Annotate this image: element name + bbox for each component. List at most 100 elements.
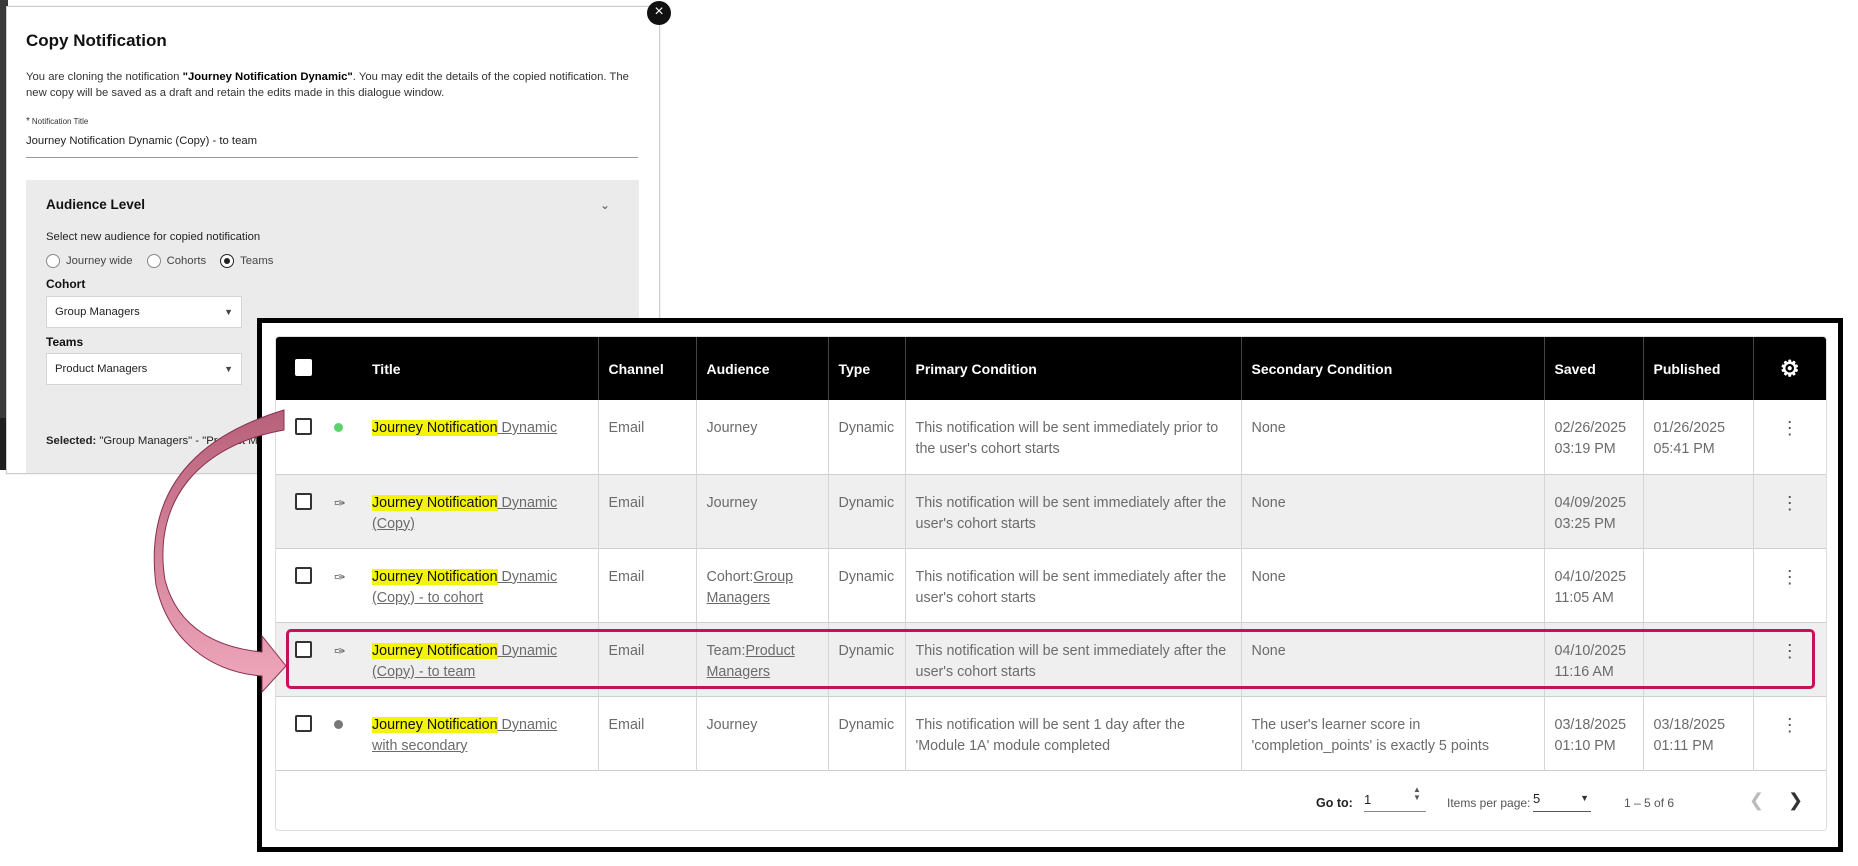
- column-header-title[interactable]: Title: [362, 337, 599, 400]
- column-header-audience[interactable]: Audience: [696, 337, 829, 400]
- row-checkbox[interactable]: [295, 640, 312, 658]
- settings-header: ⚙: [1753, 337, 1826, 400]
- dropdown-caret-icon: ▼: [224, 364, 233, 374]
- channel-cell: Email: [598, 400, 697, 474]
- draft-pencil-icon: ✑: [334, 494, 346, 511]
- row-checkbox[interactable]: [295, 418, 312, 435]
- row-checkbox[interactable]: [295, 566, 312, 584]
- items-per-page-select[interactable]: 5 ▼: [1533, 791, 1591, 812]
- table-row[interactable]: ✑ Journey Notification Dynamic (Copy) - t…: [276, 548, 1826, 622]
- audience-cell: Journey: [696, 474, 829, 548]
- cohort-select[interactable]: Group Managers ▼: [46, 296, 242, 328]
- published-cell: [1643, 548, 1754, 622]
- more-options-icon[interactable]: ⋮: [1753, 400, 1826, 474]
- row-checkbox-cell: [276, 622, 328, 696]
- status-cell: ✑: [328, 622, 362, 696]
- dropdown-caret-icon: ▼: [224, 307, 233, 317]
- inactive-status-icon: [334, 719, 343, 729]
- column-header-secondary-condition[interactable]: Secondary Condition: [1241, 337, 1545, 400]
- goto-label: Go to:: [1316, 796, 1353, 810]
- secondary-condition-cell: None: [1241, 622, 1545, 696]
- column-header-primary-condition[interactable]: Primary Condition: [905, 337, 1242, 400]
- title-cell[interactable]: Journey Notification Dynamic (Copy) - to …: [362, 548, 599, 622]
- secondary-condition-cell: None: [1241, 400, 1545, 474]
- column-header-channel[interactable]: Channel: [598, 337, 697, 400]
- radio-teams[interactable]: Teams: [220, 254, 273, 268]
- type-cell: Dynamic: [828, 400, 906, 474]
- table-row[interactable]: Journey Notification Dynamic Email Journ…: [276, 400, 1826, 474]
- status-cell: [328, 696, 362, 770]
- status-cell: [328, 400, 362, 474]
- cohort-label: Cohort: [46, 277, 86, 291]
- dialog-description: You are cloning the notification "Journe…: [26, 71, 629, 99]
- audience-cell: Team:Product Managers: [696, 622, 829, 696]
- channel-cell: Email: [598, 696, 697, 770]
- saved-cell: 03/18/2025 01:10 PM: [1544, 696, 1644, 770]
- channel-cell: Email: [598, 548, 697, 622]
- row-checkbox-cell: [276, 474, 328, 548]
- title-cell[interactable]: Journey Notification Dynamic: [362, 400, 599, 474]
- chevron-down-icon[interactable]: ⌄: [600, 198, 610, 212]
- select-all-cell: [276, 337, 328, 400]
- type-cell: Dynamic: [828, 548, 906, 622]
- audience-link[interactable]: Group: [753, 569, 793, 585]
- saved-cell: 04/09/2025 03:25 PM: [1544, 474, 1644, 548]
- chevron-left-icon[interactable]: ❮: [1749, 790, 1764, 811]
- audience-instruction: Select new audience for copied notificat…: [46, 231, 261, 243]
- published-cell: 03/18/2025 01:11 PM: [1643, 696, 1754, 770]
- title-cell[interactable]: Journey Notification Dynamic (Copy) - to …: [362, 622, 599, 696]
- row-checkbox-cell: [276, 696, 328, 770]
- column-header-saved[interactable]: Saved: [1544, 337, 1644, 400]
- secondary-condition-cell: None: [1241, 474, 1545, 548]
- primary-condition-cell: This notification will be sent immediate…: [905, 548, 1242, 622]
- notification-title-input[interactable]: Journey Notification Dynamic (Copy) - to…: [26, 135, 638, 158]
- items-per-page-label: Items per page:: [1447, 796, 1531, 810]
- row-checkbox-cell: [276, 400, 328, 474]
- active-status-icon: [334, 423, 343, 432]
- more-options-icon[interactable]: ⋮: [1753, 474, 1826, 548]
- notifications-table-container: Title Channel Audience Type Primary Cond…: [275, 336, 1827, 831]
- table-header-row: Title Channel Audience Type Primary Cond…: [276, 337, 1826, 400]
- radio-journey-wide[interactable]: Journey wide: [46, 254, 133, 268]
- close-icon[interactable]: ×: [647, 1, 671, 25]
- published-cell: [1643, 474, 1754, 548]
- secondary-condition-cell: None: [1241, 548, 1545, 622]
- title-cell[interactable]: Journey Notification Dynamic with seconda…: [362, 696, 599, 770]
- audience-link[interactable]: Product: [745, 643, 794, 659]
- dialog-title: Copy Notification: [26, 31, 167, 50]
- row-checkbox[interactable]: [295, 492, 312, 510]
- saved-cell: 04/10/2025 11:05 AM: [1544, 548, 1644, 622]
- published-cell: [1643, 622, 1754, 696]
- teams-label: Teams: [46, 335, 84, 349]
- saved-cell: 02/26/2025 03:19 PM: [1544, 400, 1644, 474]
- more-options-icon[interactable]: ⋮: [1753, 548, 1826, 622]
- column-header-published[interactable]: Published: [1643, 337, 1754, 400]
- cloned-notification-name: "Journey Notification Dynamic": [182, 71, 353, 83]
- radio-cohorts[interactable]: Cohorts: [146, 254, 206, 268]
- audience-cell: Journey: [696, 400, 829, 474]
- radio-button-icon[interactable]: [146, 254, 161, 268]
- radio-button-icon[interactable]: [46, 254, 60, 268]
- row-checkbox-cell: [276, 548, 328, 622]
- type-cell: Dynamic: [828, 622, 906, 696]
- teams-select[interactable]: Product Managers ▼: [46, 353, 242, 385]
- selected-audience-summary: Selected: "Group Managers" - "Product M: [46, 435, 258, 447]
- draft-pencil-icon: ✑: [334, 568, 346, 585]
- chevron-right-icon[interactable]: ❯: [1788, 790, 1803, 811]
- more-options-icon[interactable]: ⋮: [1753, 696, 1826, 770]
- audience-level-title: Audience Level: [46, 197, 146, 212]
- status-header: [328, 337, 362, 400]
- table-row[interactable]: ✑ Journey Notification Dynamic (Copy) Ema…: [276, 474, 1826, 548]
- more-options-icon[interactable]: ⋮: [1753, 622, 1826, 696]
- draft-pencil-icon: ✑: [334, 642, 346, 659]
- gear-icon[interactable]: ⚙: [1780, 356, 1800, 381]
- select-all-checkbox[interactable]: [295, 358, 312, 376]
- title-cell[interactable]: Journey Notification Dynamic (Copy): [362, 474, 599, 548]
- table-row[interactable]: Journey Notification Dynamic with seconda…: [276, 696, 1826, 770]
- table-row[interactable]: ✑ Journey Notification Dynamic (Copy) - t…: [276, 622, 1826, 696]
- radio-button-checked-icon[interactable]: [220, 254, 235, 268]
- audience-cell: Cohort:Group Managers: [696, 548, 829, 622]
- row-checkbox[interactable]: [295, 714, 312, 732]
- column-header-type[interactable]: Type: [828, 337, 906, 400]
- goto-page-input[interactable]: 1: [1364, 789, 1426, 812]
